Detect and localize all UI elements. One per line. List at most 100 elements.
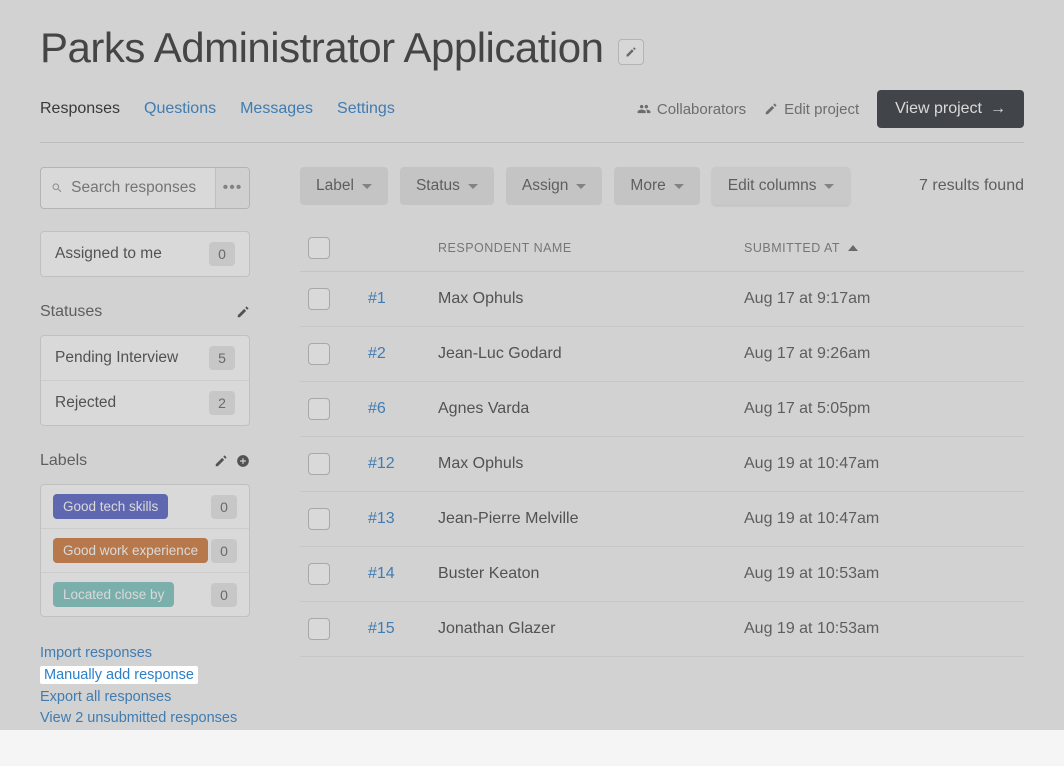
sort-asc-icon: [848, 245, 858, 251]
column-submitted-at[interactable]: SUBMITTED AT: [744, 241, 1024, 255]
respondent-name: Agnes Varda: [438, 400, 744, 418]
export-responses-link[interactable]: Export all responses: [40, 689, 250, 705]
view-project-label: View project: [895, 100, 982, 118]
label-filter-count: 0: [211, 583, 237, 607]
column-submitted-label: SUBMITTED AT: [744, 241, 840, 255]
response-id-link[interactable]: #2: [368, 345, 438, 363]
select-all-checkbox[interactable]: [308, 237, 330, 259]
pencil-icon: [764, 102, 778, 116]
response-id-link[interactable]: #13: [368, 510, 438, 528]
response-id-link[interactable]: #15: [368, 620, 438, 638]
label-filter-row[interactable]: Located close by 0: [41, 572, 249, 616]
submitted-at: Aug 17 at 5:05pm: [744, 400, 1024, 418]
label-dropdown[interactable]: Label: [300, 167, 388, 205]
submitted-at: Aug 17 at 9:26am: [744, 345, 1024, 363]
statuses-heading: Statuses: [40, 303, 102, 321]
label-filter-row[interactable]: Good tech skills 0: [41, 485, 249, 528]
table-row: #2Jean-Luc GodardAug 17 at 9:26am: [300, 327, 1024, 382]
chevron-down-icon: [576, 184, 586, 189]
assign-dropdown[interactable]: Assign: [506, 167, 603, 205]
page-title: Parks Administrator Application: [40, 24, 603, 72]
collaborators-label: Collaborators: [657, 101, 746, 118]
label-pill: Good tech skills: [53, 494, 168, 519]
chevron-down-icon: [362, 184, 372, 189]
chevron-down-icon: [824, 184, 834, 189]
label-pill: Located close by: [53, 582, 174, 607]
assign-dropdown-label: Assign: [522, 177, 569, 195]
label-filter-count: 0: [211, 495, 237, 519]
table-row: #12Max OphulsAug 19 at 10:47am: [300, 437, 1024, 492]
table-row: #15Jonathan GlazerAug 19 at 10:53am: [300, 602, 1024, 657]
table-row: #6Agnes VardaAug 17 at 5:05pm: [300, 382, 1024, 437]
edit-columns-dropdown[interactable]: Edit columns: [712, 167, 851, 205]
view-unsubmitted-link[interactable]: View 2 unsubmitted responses: [40, 710, 250, 726]
column-respondent-name[interactable]: RESPONDENT NAME: [438, 241, 744, 255]
submitted-at: Aug 19 at 10:47am: [744, 510, 1024, 528]
status-filter-row[interactable]: Rejected 2: [41, 380, 249, 425]
respondent-name: Max Ophuls: [438, 290, 744, 308]
search-box: •••: [40, 167, 250, 209]
tab-settings[interactable]: Settings: [337, 100, 395, 118]
view-project-button[interactable]: View project →: [877, 90, 1024, 128]
more-dropdown[interactable]: More: [614, 167, 699, 205]
tab-messages[interactable]: Messages: [240, 100, 313, 118]
table-row: #14Buster KeatonAug 19 at 10:53am: [300, 547, 1024, 602]
respondent-name: Buster Keaton: [438, 565, 744, 583]
row-checkbox[interactable]: [308, 453, 330, 475]
pencil-icon: [214, 454, 228, 468]
edit-project-link[interactable]: Edit project: [764, 101, 859, 118]
row-checkbox[interactable]: [308, 343, 330, 365]
status-dropdown-label: Status: [416, 177, 460, 195]
collaborators-link[interactable]: Collaborators: [637, 101, 746, 118]
edit-labels-button[interactable]: [214, 454, 228, 468]
import-responses-link[interactable]: Import responses: [40, 645, 250, 661]
table-row: #13Jean-Pierre MelvilleAug 19 at 10:47am: [300, 492, 1024, 547]
submitted-at: Aug 17 at 9:17am: [744, 290, 1024, 308]
pencil-icon: [625, 46, 637, 58]
search-more-button[interactable]: •••: [215, 168, 249, 208]
tab-questions[interactable]: Questions: [144, 100, 216, 118]
response-id-link[interactable]: #14: [368, 565, 438, 583]
label-filter-row[interactable]: Good work experience0: [41, 528, 249, 572]
response-id-link[interactable]: #12: [368, 455, 438, 473]
assigned-to-me-row[interactable]: Assigned to me 0: [41, 232, 249, 276]
response-id-link[interactable]: #1: [368, 290, 438, 308]
plus-circle-icon: [236, 454, 250, 468]
more-dropdown-label: More: [630, 177, 665, 195]
status-filter-count: 5: [209, 346, 235, 370]
respondent-name: Max Ophuls: [438, 455, 744, 473]
label-filter-count: 0: [211, 539, 237, 563]
pencil-icon: [236, 305, 250, 319]
arrow-right-icon: →: [990, 100, 1006, 118]
add-label-button[interactable]: [236, 454, 250, 468]
manually-add-response-link[interactable]: Manually add response: [40, 666, 198, 684]
status-filter-label: Rejected: [55, 394, 116, 412]
row-checkbox[interactable]: [308, 398, 330, 420]
submitted-at: Aug 19 at 10:47am: [744, 455, 1024, 473]
response-id-link[interactable]: #6: [368, 400, 438, 418]
respondent-name: Jonathan Glazer: [438, 620, 744, 638]
respondent-name: Jean-Luc Godard: [438, 345, 744, 363]
status-filter-row[interactable]: Pending Interview 5: [41, 336, 249, 380]
respondent-name: Jean-Pierre Melville: [438, 510, 744, 528]
results-found: 7 results found: [919, 177, 1024, 195]
chevron-down-icon: [468, 184, 478, 189]
edit-statuses-button[interactable]: [236, 305, 250, 319]
status-dropdown[interactable]: Status: [400, 167, 494, 205]
tab-responses[interactable]: Responses: [40, 100, 120, 118]
row-checkbox[interactable]: [308, 618, 330, 640]
status-filter-count: 2: [209, 391, 235, 415]
labels-heading: Labels: [40, 452, 87, 470]
edit-project-label: Edit project: [784, 101, 859, 118]
row-checkbox[interactable]: [308, 563, 330, 585]
status-filter-label: Pending Interview: [55, 349, 178, 367]
row-checkbox[interactable]: [308, 288, 330, 310]
label-dropdown-label: Label: [316, 177, 354, 195]
row-checkbox[interactable]: [308, 508, 330, 530]
edit-title-button[interactable]: [618, 39, 644, 65]
chevron-down-icon: [674, 184, 684, 189]
submitted-at: Aug 19 at 10:53am: [744, 565, 1024, 583]
users-icon: [637, 102, 651, 116]
label-pill: Good work experience: [53, 538, 208, 563]
search-input[interactable]: [71, 179, 205, 197]
